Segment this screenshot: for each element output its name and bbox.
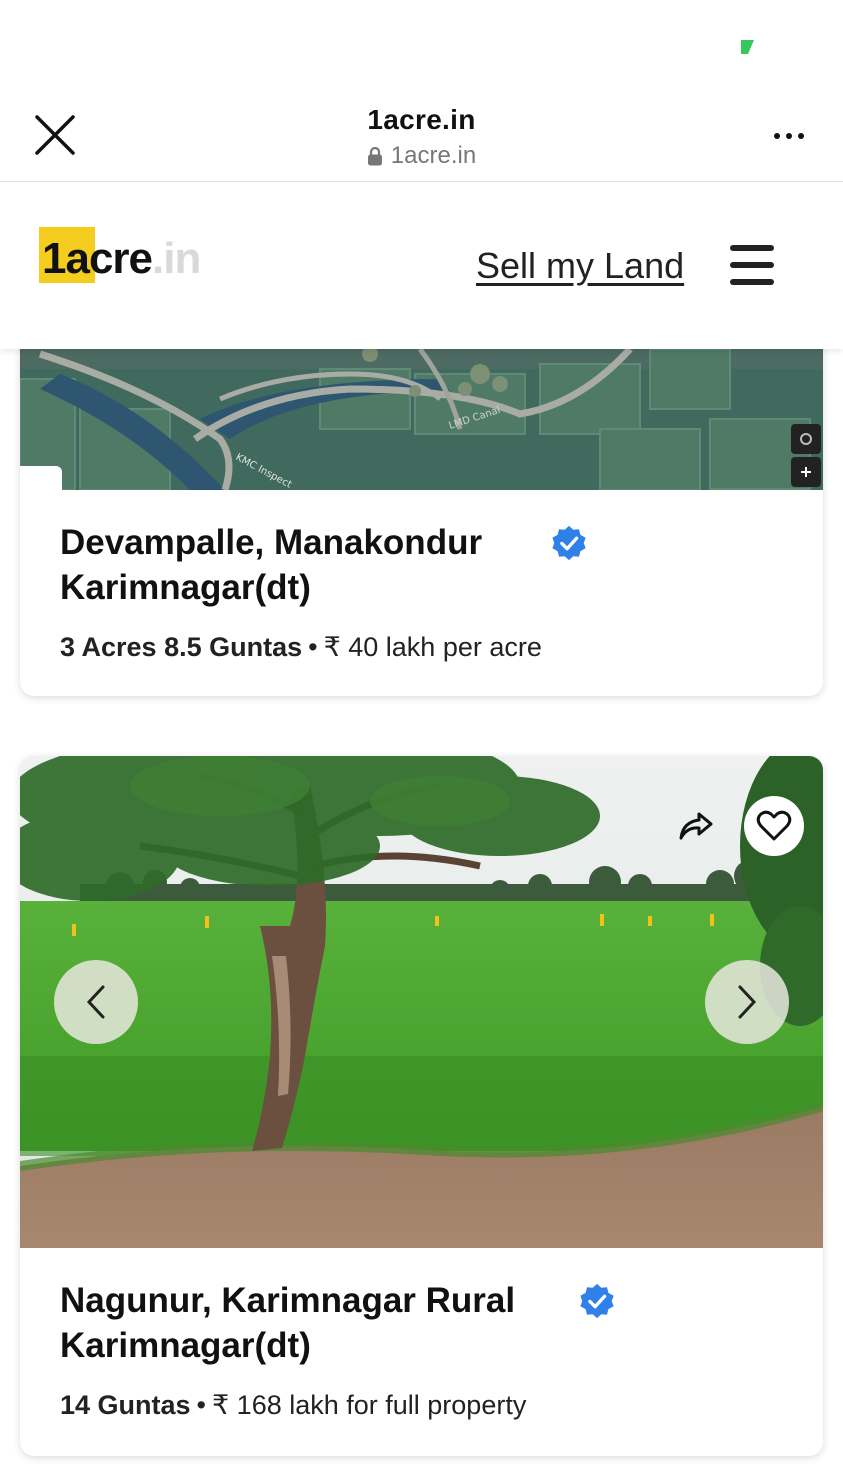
site-logo[interactable]: 1acre .in bbox=[39, 227, 201, 283]
listing-photo-carousel[interactable] bbox=[20, 756, 823, 1248]
chevron-right-icon bbox=[738, 985, 757, 1019]
verified-badge-icon bbox=[580, 1283, 614, 1319]
listing-title[interactable]: Devampalle, Manakondur Karimnagar(dt) bbox=[60, 520, 783, 610]
heart-icon bbox=[756, 810, 792, 841]
satellite-map-image: KMC Inspect LMD Canal bbox=[20, 349, 823, 490]
more-icon-dot bbox=[798, 133, 804, 139]
listing-card[interactable]: Nagunur, Karimnagar Rural Karimnagar(dt)… bbox=[20, 756, 823, 1456]
listing-title[interactable]: Nagunur, Karimnagar Rural Karimnagar(dt) bbox=[60, 1278, 783, 1368]
url-text: 1acre.in bbox=[390, 142, 477, 169]
site-header: 1acre .in Sell my Land bbox=[0, 183, 843, 349]
meta-separator: • bbox=[308, 632, 318, 662]
listing-location: Devampalle, Manakondur bbox=[60, 523, 483, 562]
listing-card[interactable]: KMC Inspect LMD Canal Devampalle, Manako… bbox=[20, 349, 823, 696]
page-title: 1acre.in bbox=[367, 104, 476, 135]
more-icon-dot bbox=[786, 133, 792, 139]
listing-info: Nagunur, Karimnagar Rural Karimnagar(dt)… bbox=[20, 1248, 823, 1421]
lock-icon bbox=[367, 146, 382, 166]
listing-size: 3 Acres 8.5 Guntas bbox=[60, 632, 303, 662]
share-button[interactable] bbox=[672, 802, 720, 850]
meta-separator: • bbox=[196, 1390, 206, 1420]
map-attribution-corner bbox=[20, 466, 62, 490]
carousel-next-button[interactable] bbox=[705, 960, 789, 1044]
sell-my-land-link[interactable]: Sell my Land bbox=[476, 245, 684, 287]
verified-badge-icon bbox=[552, 525, 586, 561]
url-display: 1acre.in bbox=[367, 142, 476, 170]
address-block[interactable]: 1acre.in 1acre.in bbox=[0, 104, 843, 171]
status-bar bbox=[0, 0, 843, 90]
listing-district: Karimnagar(dt) bbox=[60, 1326, 311, 1365]
compass-icon bbox=[800, 433, 812, 445]
listing-meta: 14 Guntas • ₹ 168 lakh for full property bbox=[60, 1390, 783, 1421]
map-compass-button[interactable] bbox=[791, 424, 821, 454]
share-arrow-icon bbox=[679, 812, 713, 840]
hamburger-menu-icon bbox=[730, 262, 774, 268]
hamburger-menu-icon bbox=[730, 279, 774, 285]
favorite-button[interactable] bbox=[744, 796, 804, 856]
listing-map-image[interactable]: KMC Inspect LMD Canal bbox=[20, 349, 823, 490]
listings-feed[interactable]: KMC Inspect LMD Canal Devampalle, Manako… bbox=[0, 349, 843, 1479]
listing-info: Devampalle, Manakondur Karimnagar(dt) 3 … bbox=[20, 490, 823, 663]
chevron-left-icon bbox=[86, 985, 105, 1019]
map-zoom-in-button[interactable] bbox=[791, 457, 821, 487]
browser-toolbar: 1acre.in 1acre.in bbox=[0, 90, 843, 182]
logo-main-text: 1acre bbox=[42, 234, 153, 283]
listing-meta: 3 Acres 8.5 Guntas • ₹ 40 lakh per acre bbox=[60, 632, 783, 663]
status-indicator-icon bbox=[741, 40, 754, 54]
listing-location: Nagunur, Karimnagar Rural bbox=[60, 1281, 516, 1320]
listing-district: Karimnagar(dt) bbox=[60, 568, 311, 607]
listing-price: ₹ 168 lakh for full property bbox=[212, 1390, 527, 1420]
hamburger-menu-icon bbox=[730, 245, 774, 251]
more-options-button[interactable] bbox=[767, 118, 811, 154]
plus-icon bbox=[801, 467, 811, 477]
carousel-prev-button[interactable] bbox=[54, 960, 138, 1044]
listing-price: ₹ 40 lakh per acre bbox=[323, 632, 542, 662]
listing-size: 14 Guntas bbox=[60, 1390, 191, 1420]
more-icon-dot bbox=[774, 133, 780, 139]
logo-suffix-text: .in bbox=[152, 234, 201, 283]
hamburger-menu-button[interactable] bbox=[730, 245, 774, 285]
